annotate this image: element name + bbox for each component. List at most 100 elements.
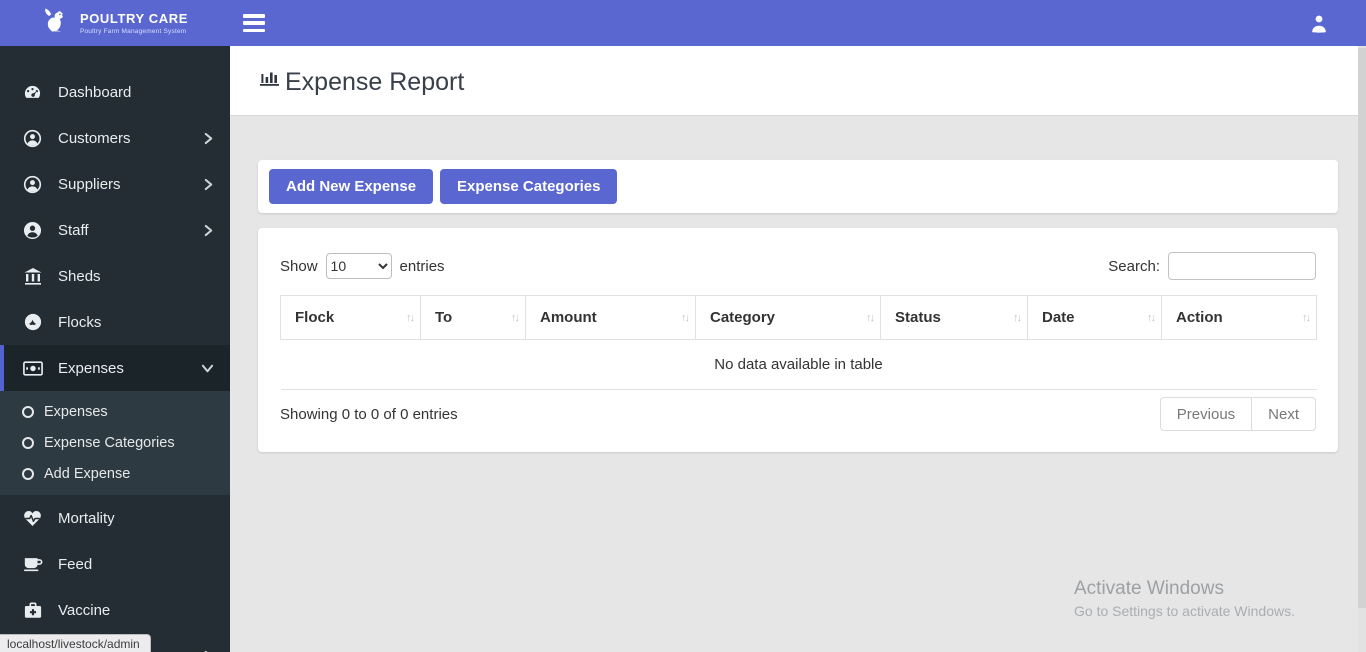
sidebar-item-label: Mortality — [58, 509, 115, 527]
sidebar-item-label: Staff — [58, 221, 89, 239]
sort-icon: ↑↓ — [1302, 311, 1311, 324]
show-label: Show — [280, 257, 318, 275]
sort-icon: ↑↓ — [511, 311, 520, 324]
user-circle-icon — [22, 175, 43, 194]
column-label: Amount — [540, 309, 597, 326]
content-area: Add New Expense Expense Categories Show … — [230, 116, 1366, 652]
page-title-text: Expense Report — [285, 68, 465, 96]
sort-icon: ↑↓ — [866, 311, 875, 324]
column-label: Category — [710, 309, 776, 326]
sidebar-item-sheds[interactable]: Sheds — [0, 253, 230, 299]
datatable-card: Show 10 entries Search: Flock ↑↓ To ↑↓ A… — [258, 228, 1338, 452]
browser-status-bar: localhost/livestock/admin — [0, 634, 151, 652]
sidebar-item-label: Flocks — [58, 313, 102, 331]
sidebar-item-mortality[interactable]: Mortality — [0, 495, 230, 541]
next-page-button[interactable]: Next — [1252, 397, 1316, 431]
sort-icon: ↑↓ — [681, 311, 690, 324]
sidebar-item-suppliers[interactable]: Suppliers — [0, 161, 230, 207]
sidebar-item-dashboard[interactable]: Dashboard — [0, 69, 230, 115]
circle-outline-icon — [22, 436, 34, 449]
datatable-footer: Showing 0 to 0 of 0 entries Previous Nex… — [280, 397, 1316, 431]
submenu-item-label: Expenses — [44, 403, 108, 420]
topbar: POULTRY CARE Poultry Farm Management Sys… — [0, 0, 1366, 46]
sidebar-item-label: Expenses — [58, 359, 124, 377]
page-title: Expense Report — [258, 64, 464, 97]
dashboard-icon — [22, 83, 43, 102]
user-circle-icon — [22, 129, 43, 148]
table-info-text: Showing 0 to 0 of 0 entries — [280, 405, 458, 423]
expenses-table: Flock ↑↓ To ↑↓ Amount ↑↓ Category ↑↓ Sta… — [280, 295, 1317, 390]
search-input[interactable] — [1168, 252, 1316, 280]
hamburger-menu-icon[interactable] — [243, 14, 265, 32]
column-label: Action — [1176, 309, 1223, 326]
sidebar-item-label: Suppliers — [58, 175, 121, 193]
status-url-text: localhost/livestock/admin — [7, 636, 140, 651]
sidebar-item-feed[interactable]: Feed — [0, 541, 230, 587]
submenu-item-expenses[interactable]: Expenses — [0, 396, 230, 427]
sidebar-item-customers[interactable]: Customers — [0, 115, 230, 161]
page-scrollbar[interactable] — [1358, 46, 1366, 652]
sidebar-item-staff[interactable]: Staff — [0, 207, 230, 253]
page-length-select[interactable]: 10 — [325, 253, 392, 279]
chevron-right-icon — [203, 224, 214, 237]
sidebar-item-flocks[interactable]: Flocks — [0, 299, 230, 345]
column-header-amount[interactable]: Amount ↑↓ — [525, 295, 696, 340]
previous-page-button[interactable]: Previous — [1159, 397, 1253, 431]
rooster-logo-icon — [42, 6, 72, 41]
sidebar-item-vaccine[interactable]: Vaccine — [0, 587, 230, 633]
scrollbar-thumb[interactable] — [1358, 48, 1366, 608]
circle-outline-icon — [22, 405, 34, 418]
column-header-action[interactable]: Action ↑↓ — [1161, 295, 1317, 340]
chevron-down-icon — [201, 363, 214, 374]
sidebar-item-label: Customers — [58, 129, 131, 147]
table-empty-row: No data available in table — [280, 339, 1317, 390]
medkit-icon — [22, 601, 43, 619]
flock-bird-icon — [22, 313, 43, 331]
add-new-expense-button[interactable]: Add New Expense — [269, 169, 434, 204]
page-header: Expense Report — [230, 46, 1366, 116]
bank-building-icon — [22, 267, 43, 285]
sidebar-item-expenses[interactable]: Expenses — [0, 345, 230, 391]
submenu-item-label: Expense Categories — [44, 434, 175, 451]
toolbar-card: Add New Expense Expense Categories — [258, 160, 1338, 213]
brand-subtitle: Poultry Farm Management System — [79, 28, 187, 35]
brand-title: POULTRY CARE — [79, 11, 189, 26]
entries-label: entries — [399, 257, 445, 275]
column-header-flock[interactable]: Flock ↑↓ — [280, 295, 421, 340]
sort-icon: ↑↓ — [406, 311, 415, 324]
column-header-date[interactable]: Date ↑↓ — [1027, 295, 1162, 340]
app-window: POULTRY CARE Poultry Farm Management Sys… — [0, 0, 1366, 652]
sidebar: Dashboard Customers Suppliers Staff Shed… — [0, 46, 230, 652]
sort-icon: ↑↓ — [1013, 311, 1022, 324]
column-label: Date — [1042, 309, 1075, 326]
brand-text: POULTRY CARE Poultry Farm Management Sys… — [80, 11, 188, 35]
submenu-item-expense-categories[interactable]: Expense Categories — [0, 427, 230, 458]
column-header-category[interactable]: Category ↑↓ — [695, 295, 881, 340]
column-header-to[interactable]: To ↑↓ — [420, 295, 526, 340]
datatable-controls: Show 10 entries Search: — [280, 252, 1316, 280]
user-account-icon[interactable] — [1308, 13, 1330, 33]
sidebar-item-label: Dashboard — [58, 83, 132, 101]
sidebar-item-label: Vaccine — [58, 601, 111, 619]
column-label: Flock — [295, 309, 335, 326]
coffee-cup-icon — [22, 556, 43, 572]
heartbeat-icon — [22, 510, 43, 527]
sidebar-item-label: Sheds — [58, 267, 101, 285]
sidebar-item-label: Feed — [58, 555, 93, 573]
circle-outline-icon — [22, 467, 34, 480]
submenu-item-add-expense[interactable]: Add Expense — [0, 458, 230, 489]
column-label: To — [435, 309, 453, 326]
search-label: Search: — [1108, 257, 1160, 275]
table-header-row: Flock ↑↓ To ↑↓ Amount ↑↓ Category ↑↓ Sta… — [280, 295, 1317, 340]
sidebar-nav: Dashboard Customers Suppliers Staff Shed… — [0, 46, 230, 652]
submenu-item-label: Add Expense — [44, 465, 131, 482]
chevron-right-icon — [203, 178, 214, 191]
column-header-status[interactable]: Status ↑↓ — [880, 295, 1028, 340]
chevron-right-icon — [203, 132, 214, 145]
expense-categories-button[interactable]: Expense Categories — [440, 169, 618, 204]
column-label: Status — [895, 309, 941, 326]
sort-icon: ↑↓ — [1147, 311, 1156, 324]
chart-bar-icon — [258, 64, 282, 95]
expenses-submenu: Expenses Expense Categories Add Expense — [0, 391, 230, 495]
brand-logo[interactable]: POULTRY CARE Poultry Farm Management Sys… — [0, 0, 230, 46]
